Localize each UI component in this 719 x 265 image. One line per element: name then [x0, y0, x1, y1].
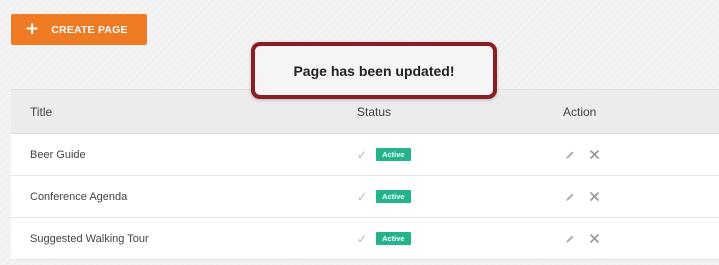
edit-icon[interactable]	[563, 232, 577, 246]
edit-icon[interactable]	[563, 148, 577, 162]
table-row: Conference Agenda ✓ Active	[11, 176, 719, 218]
row-status: ✓ Active	[357, 134, 411, 175]
pages-table: Title Status Action Beer Guide ✓ Active …	[11, 89, 719, 260]
status-badge: Active	[376, 189, 411, 204]
delete-icon[interactable]	[587, 148, 601, 162]
create-page-label: CREATE PAGE	[51, 23, 128, 36]
row-actions	[563, 218, 601, 259]
check-icon: ✓	[357, 147, 368, 162]
check-icon: ✓	[357, 231, 368, 246]
row-status: ✓ Active	[357, 176, 411, 217]
row-actions	[563, 176, 601, 217]
row-title[interactable]: Conference Agenda	[30, 176, 127, 217]
table-row: Suggested Walking Tour ✓ Active	[11, 218, 719, 260]
edit-icon[interactable]	[563, 190, 577, 204]
check-icon: ✓	[357, 189, 368, 204]
table-row: Beer Guide ✓ Active	[11, 134, 719, 176]
row-status: ✓ Active	[357, 218, 411, 259]
plus-icon: +	[25, 19, 40, 39]
column-header-title[interactable]: Title	[30, 90, 52, 133]
column-header-action: Action	[563, 104, 597, 119]
delete-icon[interactable]	[587, 232, 601, 246]
delete-icon[interactable]	[587, 190, 601, 204]
status-badge: Active	[376, 147, 411, 162]
row-title[interactable]: Beer Guide	[30, 134, 86, 175]
update-notification: Page has been updated!	[251, 42, 497, 99]
row-actions	[563, 134, 601, 175]
status-badge: Active	[376, 231, 411, 246]
notification-message: Page has been updated!	[293, 62, 455, 79]
create-page-button[interactable]: + CREATE PAGE	[11, 14, 147, 45]
row-title[interactable]: Suggested Walking Tour	[30, 218, 149, 259]
